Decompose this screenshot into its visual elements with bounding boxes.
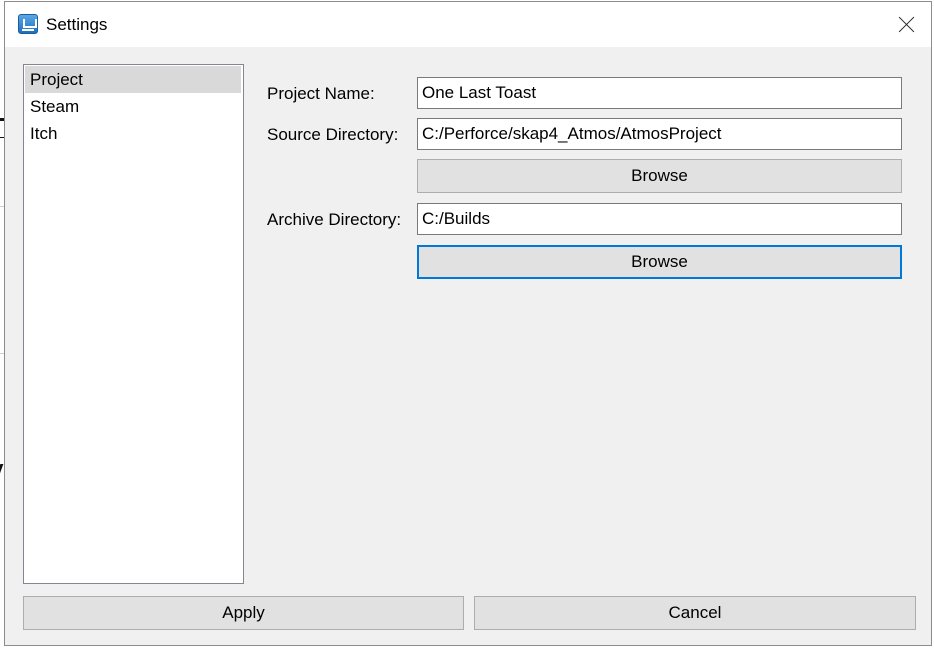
sidebar-item-itch[interactable]: Itch — [25, 120, 241, 147]
cancel-button[interactable]: Cancel — [474, 596, 916, 630]
window-title: Settings — [46, 15, 108, 34]
source-directory-label: Source Directory: — [267, 125, 399, 144]
app-icon — [18, 14, 38, 34]
archive-directory-field[interactable]: C:/Builds — [417, 203, 902, 235]
sidebar-item-project[interactable]: Project — [25, 66, 241, 93]
sidebar-item-steam[interactable]: Steam — [25, 93, 241, 120]
project-name-label: Project Name: — [267, 84, 375, 103]
project-name-field[interactable]: One Last Toast — [417, 77, 902, 109]
settings-dialog: Settings Project Steam Itch Project Name… — [4, 1, 932, 646]
category-list: Project Steam Itch — [23, 64, 244, 584]
close-icon[interactable] — [883, 2, 931, 47]
source-directory-field[interactable]: C:/Perforce/skap4_Atmos/AtmosProject — [417, 118, 902, 150]
source-browse-button[interactable]: Browse — [417, 159, 902, 193]
archive-browse-button[interactable]: Browse — [417, 245, 902, 279]
apply-button[interactable]: Apply — [23, 596, 464, 630]
archive-directory-label: Archive Directory: — [267, 210, 402, 229]
title-bar: Settings — [5, 2, 931, 47]
